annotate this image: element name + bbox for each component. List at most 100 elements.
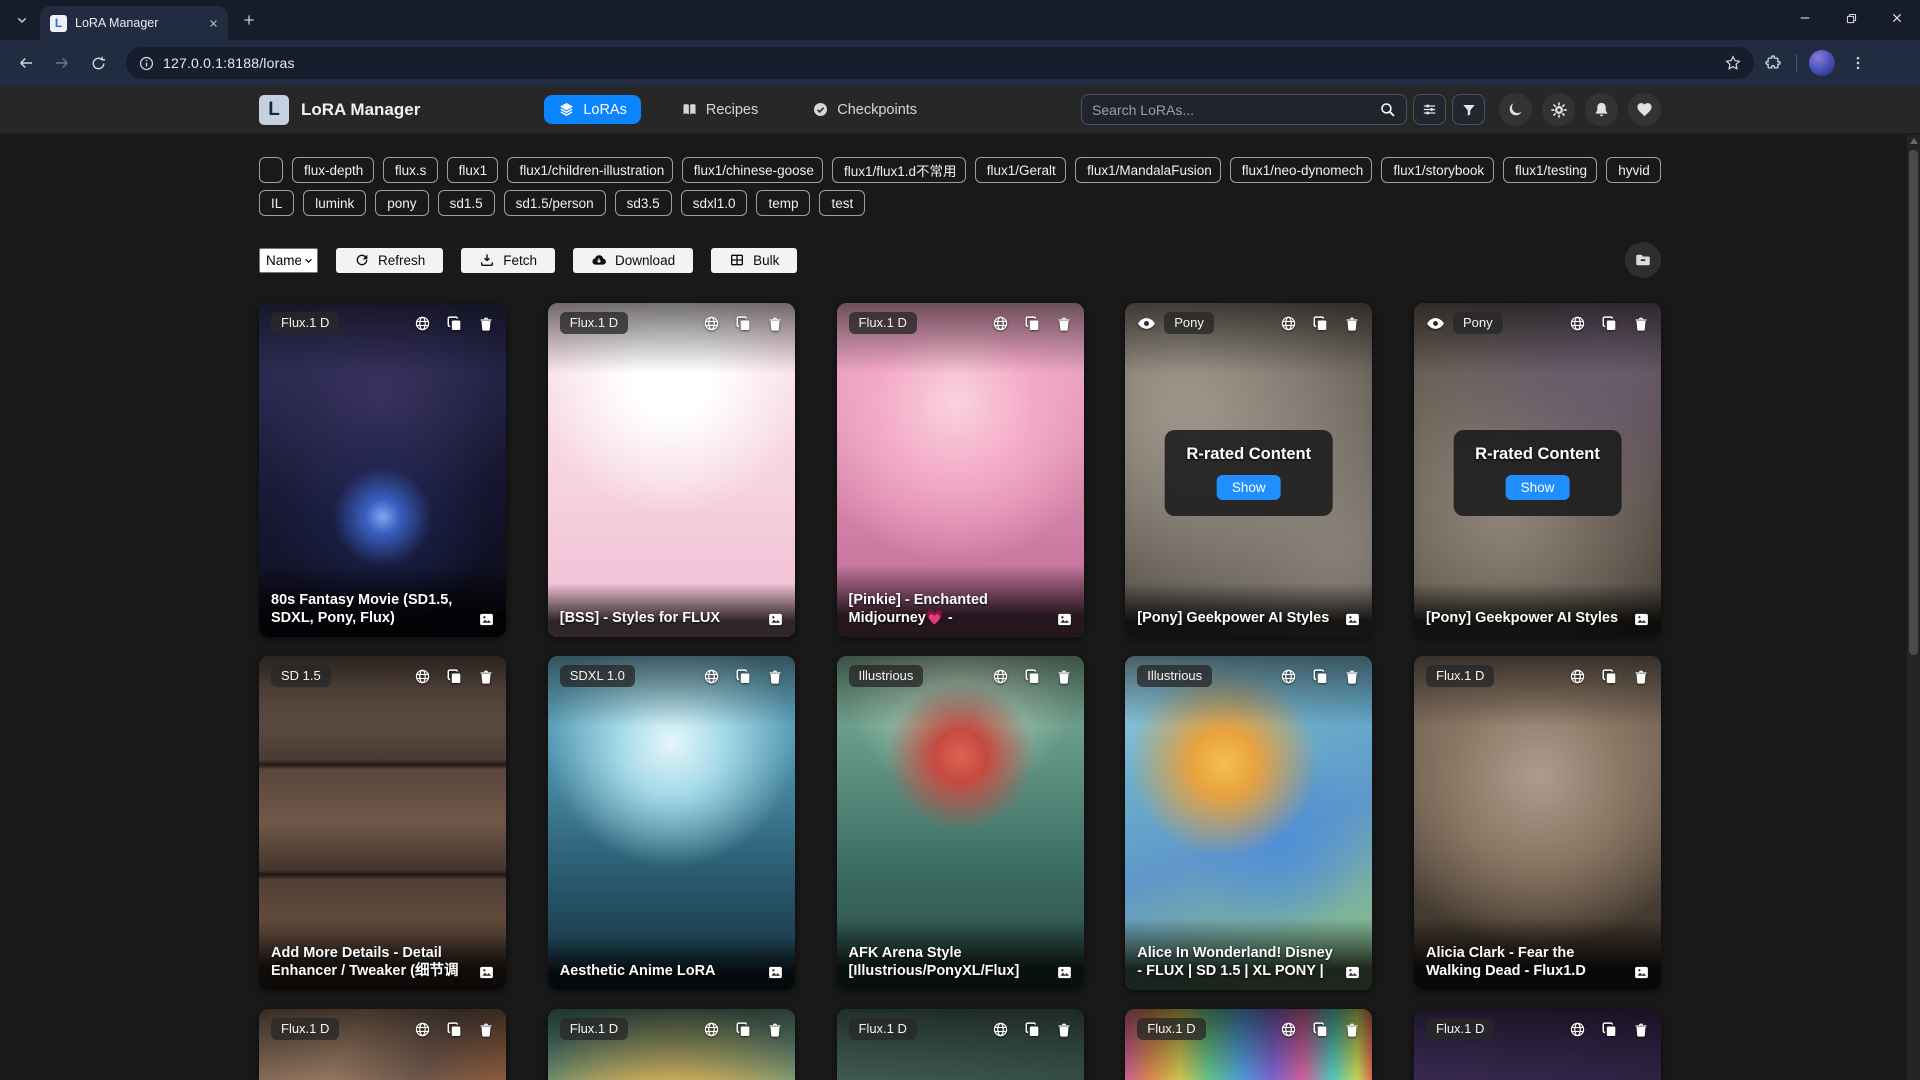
lora-card[interactable]: Flux.1 D R-rated Content Show xyxy=(259,1009,506,1080)
show-nsfw-button[interactable]: Show xyxy=(1217,475,1281,500)
tab-close-button[interactable] xyxy=(204,14,222,32)
url-text[interactable]: 127.0.0.1:8188/loras xyxy=(163,55,1716,71)
profile-avatar[interactable] xyxy=(1809,50,1835,76)
copy-icon[interactable] xyxy=(1601,1021,1618,1038)
trash-icon[interactable] xyxy=(1344,669,1360,685)
nav-tab-loras[interactable]: LoRAs xyxy=(544,95,641,124)
tag-chip[interactable]: sd1.5/person xyxy=(504,190,606,216)
trash-icon[interactable] xyxy=(1344,1022,1360,1038)
trash-icon[interactable] xyxy=(1056,1022,1072,1038)
tag-chip[interactable]: flux1/flux1.d不常用 xyxy=(832,157,966,183)
image-icon[interactable] xyxy=(1056,611,1073,628)
image-icon[interactable] xyxy=(478,611,495,628)
maximize-button[interactable] xyxy=(1828,1,1874,35)
refresh-button[interactable]: Refresh xyxy=(336,248,443,273)
globe-icon[interactable] xyxy=(992,1021,1009,1038)
copy-icon[interactable] xyxy=(1024,1021,1041,1038)
notifications-button[interactable] xyxy=(1585,93,1618,126)
forward-button[interactable] xyxy=(46,47,78,79)
tag-chip[interactable]: flux1/children-illustration xyxy=(507,157,672,183)
copy-icon[interactable] xyxy=(1601,315,1618,332)
globe-icon[interactable] xyxy=(1569,668,1586,685)
lora-card[interactable]: Flux.1 D R-rated Content Show xyxy=(1414,1009,1661,1080)
show-nsfw-button[interactable]: Show xyxy=(1506,475,1570,500)
trash-icon[interactable] xyxy=(478,669,494,685)
bookmark-star-icon[interactable] xyxy=(1724,54,1742,72)
lora-card[interactable]: Pony R-rated Content Show [Pony] Geekpow… xyxy=(1414,303,1661,637)
lora-card[interactable]: Flux.1 D R-rated Content Show [BSS] - St… xyxy=(548,303,795,637)
globe-icon[interactable] xyxy=(1280,1021,1297,1038)
copy-icon[interactable] xyxy=(1312,315,1329,332)
lora-card[interactable]: Flux.1 D R-rated Content Show [Pinkie] -… xyxy=(837,303,1084,637)
globe-icon[interactable] xyxy=(703,315,720,332)
copy-icon[interactable] xyxy=(1024,668,1041,685)
copy-icon[interactable] xyxy=(446,315,463,332)
tag-chip[interactable]: flux1/storybook xyxy=(1381,157,1494,183)
trash-icon[interactable] xyxy=(1633,669,1649,685)
lora-card[interactable]: Flux.1 D R-rated Content Show Alicia Cla… xyxy=(1414,656,1661,990)
search-input[interactable] xyxy=(1092,102,1379,118)
lora-card[interactable]: Flux.1 D R-rated Content Show xyxy=(837,1009,1084,1080)
tag-chip[interactable]: flux1/Geralt xyxy=(975,157,1066,183)
tag-chip[interactable]: flux1 xyxy=(447,157,499,183)
page-scrollbar[interactable] xyxy=(1907,135,1920,1080)
eye-icon[interactable] xyxy=(1137,314,1156,333)
lora-card[interactable]: SD 1.5 R-rated Content Show Add More Det… xyxy=(259,656,506,990)
new-tab-button[interactable] xyxy=(236,7,262,33)
copy-icon[interactable] xyxy=(1312,1021,1329,1038)
lora-card[interactable]: Flux.1 D R-rated Content Show xyxy=(1125,1009,1372,1080)
trash-icon[interactable] xyxy=(1344,316,1360,332)
tag-chip[interactable]: flux1/chinese-goose xyxy=(682,157,823,183)
globe-icon[interactable] xyxy=(1280,668,1297,685)
folder-tree-button[interactable] xyxy=(1625,242,1661,278)
back-button[interactable] xyxy=(10,47,42,79)
globe-icon[interactable] xyxy=(1569,1021,1586,1038)
globe-icon[interactable] xyxy=(1569,315,1586,332)
image-icon[interactable] xyxy=(767,964,784,981)
globe-icon[interactable] xyxy=(414,668,431,685)
globe-icon[interactable] xyxy=(992,668,1009,685)
nav-tab-checkpoints[interactable]: Checkpoints xyxy=(798,95,931,124)
copy-icon[interactable] xyxy=(1601,668,1618,685)
lora-card[interactable]: Flux.1 D R-rated Content Show xyxy=(548,1009,795,1080)
trash-icon[interactable] xyxy=(767,1022,783,1038)
tag-chip[interactable]: temp xyxy=(756,190,810,216)
tag-chip[interactable]: pony xyxy=(375,190,428,216)
globe-icon[interactable] xyxy=(414,1021,431,1038)
trash-icon[interactable] xyxy=(1633,1022,1649,1038)
trash-icon[interactable] xyxy=(1056,316,1072,332)
search-icon[interactable] xyxy=(1379,101,1396,118)
fetch-button[interactable]: Fetch xyxy=(461,248,555,273)
eye-icon[interactable] xyxy=(1426,314,1445,333)
extensions-button[interactable] xyxy=(1758,48,1788,78)
scrollbar-thumb[interactable] xyxy=(1909,150,1918,655)
close-window-button[interactable] xyxy=(1874,1,1920,35)
globe-icon[interactable] xyxy=(414,315,431,332)
tag-chip[interactable]: lumink xyxy=(303,190,366,216)
lora-card[interactable]: Illustrious R-rated Content Show Alice I… xyxy=(1125,656,1372,990)
minimize-button[interactable] xyxy=(1782,1,1828,35)
lora-card[interactable]: Illustrious R-rated Content Show AFK Are… xyxy=(837,656,1084,990)
copy-icon[interactable] xyxy=(1312,668,1329,685)
filter-button[interactable] xyxy=(1452,94,1485,125)
tab-search-button[interactable] xyxy=(8,6,36,34)
copy-icon[interactable] xyxy=(446,668,463,685)
site-info-icon[interactable] xyxy=(138,55,155,72)
settings-button[interactable] xyxy=(1542,93,1575,126)
lora-card[interactable]: Flux.1 D R-rated Content Show 80s Fantas… xyxy=(259,303,506,637)
copy-icon[interactable] xyxy=(735,1021,752,1038)
image-icon[interactable] xyxy=(1056,964,1073,981)
copy-icon[interactable] xyxy=(735,315,752,332)
trash-icon[interactable] xyxy=(1633,316,1649,332)
sort-select[interactable]: Name xyxy=(259,248,318,273)
copy-icon[interactable] xyxy=(446,1021,463,1038)
tag-chip[interactable]: flux.s xyxy=(383,157,438,183)
dark-mode-button[interactable] xyxy=(1499,93,1532,126)
image-icon[interactable] xyxy=(1344,964,1361,981)
globe-icon[interactable] xyxy=(703,668,720,685)
search-box[interactable] xyxy=(1081,94,1407,125)
trash-icon[interactable] xyxy=(1056,669,1072,685)
tag-chip[interactable]: hyvid xyxy=(1606,157,1661,183)
image-icon[interactable] xyxy=(1633,611,1650,628)
tag-chip[interactable]: flux1/testing xyxy=(1503,157,1597,183)
